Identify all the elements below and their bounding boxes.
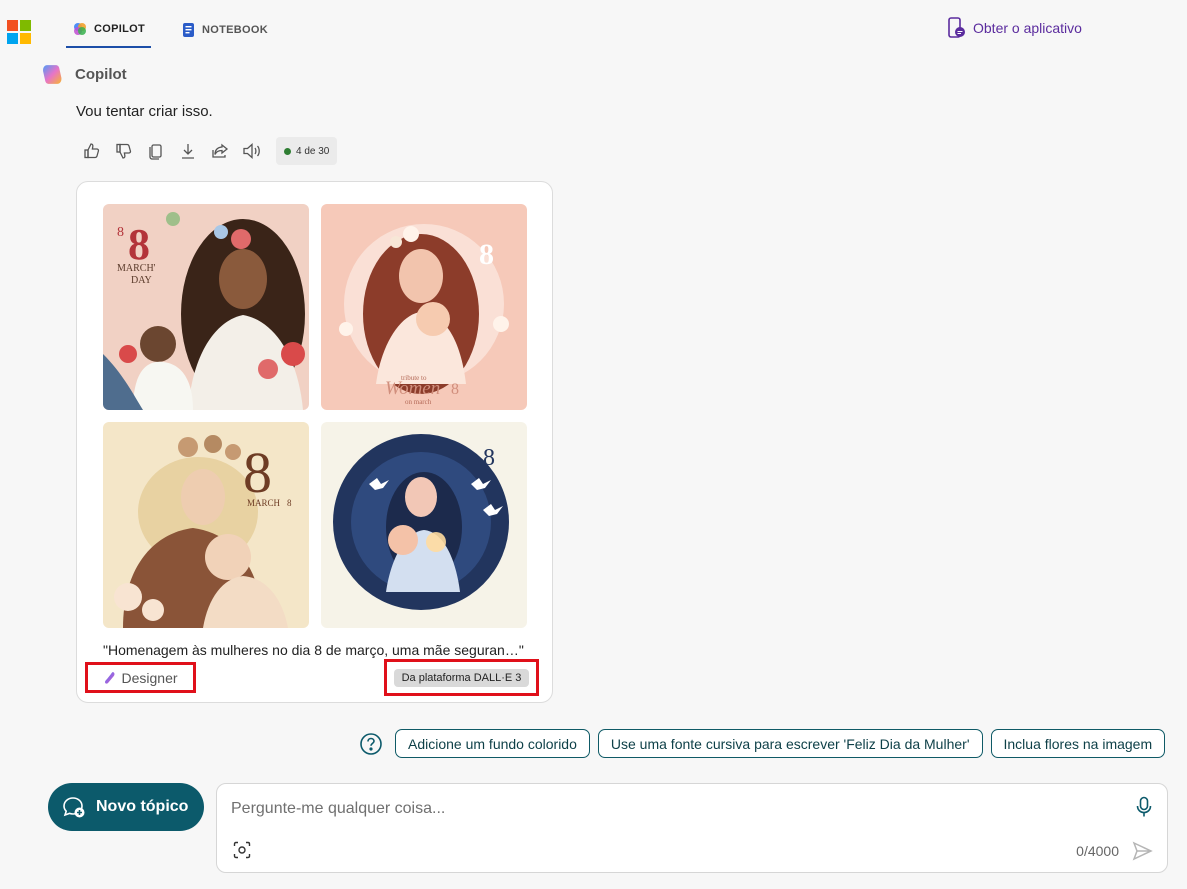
read-aloud-button[interactable]: [240, 137, 264, 165]
platform-badge: Da plataforma DALL·E 3: [393, 668, 530, 687]
generated-image-4[interactable]: 8: [321, 422, 527, 628]
image-1-small-number: 8: [117, 225, 124, 240]
download-icon: [182, 144, 194, 159]
download-button[interactable]: [176, 137, 200, 165]
top-bar: COPILOT NOTEBOOK Obter o aplicativo: [0, 0, 1187, 52]
dislike-button[interactable]: [112, 137, 136, 165]
tab-label: COPILOT: [94, 23, 145, 35]
message-actions: 4 de 30: [80, 137, 338, 165]
question-icon: [360, 732, 382, 755]
copy-button[interactable]: [144, 137, 168, 165]
image-2-number: 8: [451, 381, 459, 398]
designer-icon: [105, 671, 115, 684]
image-search-button[interactable]: [233, 841, 251, 864]
copilot-icon: [74, 23, 86, 35]
image-2-word: Women: [385, 378, 440, 399]
get-app-link[interactable]: Obter o aplicativo: [947, 17, 1082, 39]
response-counter: 4 de 30: [276, 137, 338, 165]
voice-input-button[interactable]: [1135, 796, 1153, 823]
notebook-icon: [183, 23, 194, 37]
suggestion-chip[interactable]: Inclua flores na imagem: [990, 729, 1166, 758]
get-app-label: Obter o aplicativo: [973, 20, 1082, 36]
image-2-line-2: on march: [405, 398, 432, 406]
thumbs-down-icon: [116, 143, 132, 159]
camera-scan-icon: [233, 841, 251, 859]
generated-image-2[interactable]: 8 tribute to Women 8 on march: [321, 204, 527, 410]
suggestion-chip[interactable]: Use uma fonte cursiva para escrever 'Fel…: [597, 729, 983, 758]
chat-composer: 0/4000: [216, 783, 1168, 873]
designer-link[interactable]: Designer: [85, 662, 196, 693]
image-4-number: 8: [483, 445, 495, 471]
phone-icon: [948, 17, 965, 38]
tab-notebook[interactable]: NOTEBOOK: [182, 12, 272, 48]
help-button[interactable]: [359, 732, 383, 756]
chat-input[interactable]: [231, 796, 1111, 822]
new-topic-button[interactable]: Novo tópico: [48, 783, 204, 831]
image-1-line-2: DAY: [131, 275, 152, 286]
suggestion-chips: Adicione um fundo colorido Use uma fonte…: [359, 729, 1166, 758]
tab-label: NOTEBOOK: [202, 24, 268, 36]
image-prompt-caption: "Homenagem às mulheres no dia 8 de março…: [103, 642, 524, 658]
tab-copilot[interactable]: COPILOT: [66, 12, 151, 48]
generated-image-1[interactable]: 8 8 MARCH' DAY: [103, 204, 309, 410]
message-sender: Copilot: [40, 62, 127, 87]
thumbs-up-icon: [84, 143, 100, 159]
platform-badge-frame: Da plataforma DALL·E 3: [384, 659, 539, 696]
status-dot: [284, 147, 291, 155]
counter-text: 4 de 30: [296, 145, 330, 157]
sender-name: Copilot: [75, 66, 127, 83]
image-3-number: 8: [243, 440, 272, 505]
microsoft-logo[interactable]: [7, 20, 31, 44]
send-button[interactable]: [1131, 840, 1153, 867]
share-icon: [212, 143, 229, 158]
share-button[interactable]: [208, 137, 232, 165]
image-result-card: 8 8 MARCH' DAY 8 tribute to Women 8 on m…: [76, 181, 553, 703]
copy-icon: [149, 144, 162, 160]
microphone-icon: [1136, 796, 1152, 817]
designer-label: Designer: [121, 669, 178, 686]
like-button[interactable]: [80, 137, 104, 165]
image-3-sub-number: 8: [287, 498, 292, 508]
image-1-line-1: MARCH': [117, 263, 156, 274]
copilot-avatar-icon: [43, 65, 62, 84]
new-topic-label: Novo tópico: [96, 798, 189, 815]
send-icon: [1132, 841, 1153, 861]
character-count: 0/4000: [1076, 843, 1119, 859]
new-chat-icon: [63, 797, 85, 818]
image-3-sub: MARCH: [247, 498, 281, 508]
message-text: Vou tentar criar isso.: [76, 103, 213, 120]
suggestion-chip[interactable]: Adicione um fundo colorido: [395, 729, 590, 758]
image-1-number: 8: [128, 220, 150, 269]
generated-image-3[interactable]: 8 MARCH 8: [103, 422, 309, 628]
image-2-corner-number: 8: [479, 238, 494, 271]
speaker-icon: [243, 143, 260, 159]
